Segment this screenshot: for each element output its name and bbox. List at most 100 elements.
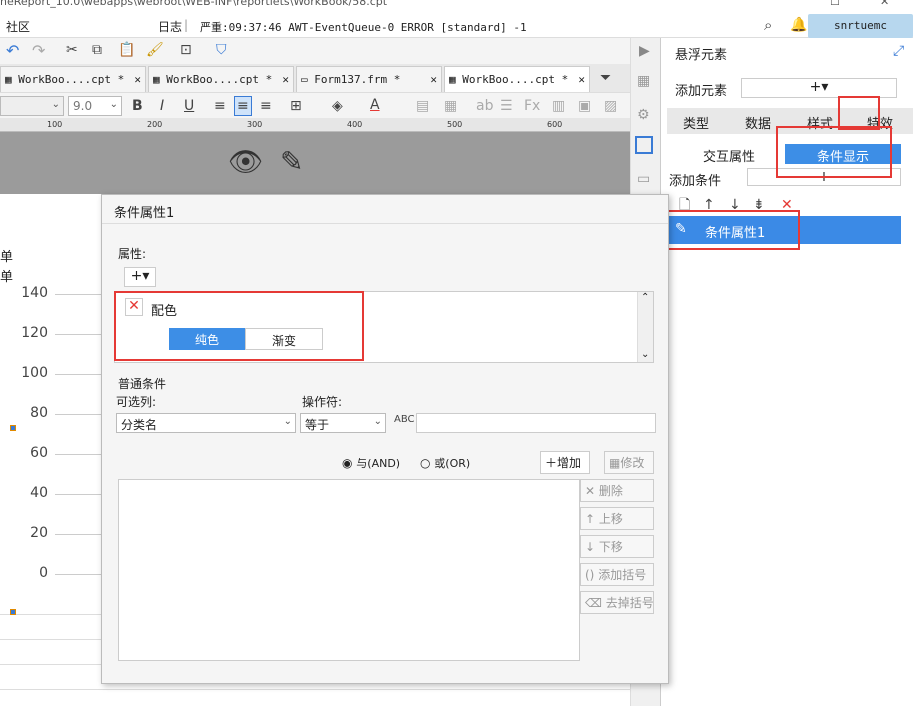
align-center-icon[interactable]: ≡ <box>234 96 252 116</box>
main-toolbar: ↶ ↷ ✂ ⧉ 📋 🖌 ⊡ ⛉ <box>0 38 630 64</box>
chart-icon[interactable]: ▥ <box>552 99 565 113</box>
font-color-icon[interactable]: A <box>370 98 380 112</box>
search-icon[interactable]: ⌕ <box>764 18 772 33</box>
tab-workbook-2[interactable]: ▦ WorkBoo....cpt * ✕ <box>148 66 294 92</box>
font-family-select[interactable]: ⌄ <box>0 96 64 116</box>
condition-value-input[interactable] <box>416 413 656 433</box>
plugin-icon[interactable]: ⛉ <box>216 43 227 57</box>
expand-icon[interactable]: ⤢ <box>893 44 904 58</box>
up-button[interactable]: ↑ 上移 <box>580 507 654 530</box>
axis-tick-label: 60 <box>30 445 48 461</box>
gridline <box>55 334 101 335</box>
sheet-cell: 单 <box>0 270 14 285</box>
add-element-button[interactable]: +▾ <box>741 78 897 98</box>
user-account-button[interactable]: snrtuemc <box>808 14 913 38</box>
widget-settings-icon[interactable]: ⚙ <box>637 108 650 122</box>
preview-icon[interactable]: ⊡ <box>180 43 192 57</box>
tab-form137[interactable]: ▭ Form137.frm * ✕ <box>296 66 442 92</box>
column-select[interactable]: 分类名 ⌄ <box>116 413 296 433</box>
bell-icon[interactable]: 🔔 <box>790 18 807 32</box>
panel-title: 悬浮元素 <box>675 48 728 63</box>
resize-handle[interactable] <box>10 609 16 615</box>
border-icon[interactable]: ⊞ <box>290 99 302 113</box>
subreport-icon[interactable]: ▨ <box>604 99 617 113</box>
cut-icon[interactable]: ✂ <box>66 43 78 57</box>
remove-bracket-button[interactable]: ⌫ 去掉括号 <box>580 591 654 614</box>
undo-icon[interactable]: ↶ <box>6 43 19 59</box>
image-icon[interactable]: ▣ <box>578 99 591 113</box>
copy-icon[interactable]: ⧉ <box>92 43 102 57</box>
tab-workbook-1[interactable]: ▦ WorkBoo....cpt * ✕ <box>0 66 146 92</box>
ruler-tick: 100 <box>47 120 63 129</box>
log-message: 严重:09:37:46 AWT-EventQueue-0 ERROR [stan… <box>200 21 527 34</box>
axis-tick-label: 140 <box>21 285 48 301</box>
window-title: neReport_10.0\webapps\webroot\WEB-INF\re… <box>0 0 388 8</box>
float-element-icon[interactable] <box>635 136 653 154</box>
or-radio[interactable]: ○ 或(OR) <box>420 455 470 471</box>
log-label[interactable]: 日志 <box>158 18 182 35</box>
tab-type[interactable]: 类型 <box>683 113 709 132</box>
tab-workbook-active[interactable]: ▦ WorkBoo....cpt * ✕ <box>444 66 590 92</box>
add-attribute-button[interactable]: +▾ <box>124 267 156 287</box>
gridline <box>55 294 101 295</box>
grid-icon: ▦ <box>449 73 456 86</box>
normal-condition-label: 普通条件 <box>118 377 167 391</box>
ruler-tick: 600 <box>547 120 563 129</box>
highlight-box-color <box>114 291 364 361</box>
tab-data[interactable]: 数据 <box>745 113 771 132</box>
formula-icon[interactable]: Fx <box>524 99 540 113</box>
list-icon[interactable]: ☰ <box>500 99 513 113</box>
ruler-tick: 200 <box>147 120 163 129</box>
tab-menu-icon[interactable]: ⏷ <box>600 71 611 85</box>
and-radio[interactable]: ◉ 与(AND) <box>342 455 400 471</box>
merge-icon[interactable]: ▦ <box>444 99 457 113</box>
grid-icon: ▦ <box>5 73 12 86</box>
close-icon[interactable]: ✕ <box>134 73 141 86</box>
ruler: 100 200 300 400 500 600 <box>0 118 630 132</box>
condition-icon[interactable]: ▭ <box>637 172 650 186</box>
resize-handle[interactable] <box>10 425 16 431</box>
scroll-up-icon[interactable]: ⌃ <box>641 292 649 303</box>
add-condition-btn[interactable]: ＋增加 <box>540 451 590 474</box>
format-painter-icon[interactable]: 🖌 <box>146 43 164 57</box>
maximize-icon[interactable]: ☐ <box>830 0 840 8</box>
add-bracket-button[interactable]: () 添加括号 <box>580 563 654 586</box>
text-icon[interactable]: ab <box>476 99 493 113</box>
delete-button[interactable]: ✕ 删除 <box>580 479 654 502</box>
hide-eye-icon[interactable]: 👁 <box>228 148 264 176</box>
value-type-icon[interactable]: ABC <box>394 415 415 425</box>
vertical-scrollbar[interactable]: ⌃ ⌄ <box>637 292 653 362</box>
redo-icon[interactable]: ↷ <box>32 43 45 59</box>
collapse-arrow-icon[interactable]: ▶ <box>639 44 650 58</box>
paste-icon[interactable]: 📋 <box>118 43 135 57</box>
operator-select[interactable]: 等于 ⌄ <box>300 413 386 433</box>
axis-tick-label: 0 <box>39 565 48 581</box>
bold-icon[interactable]: B <box>132 99 143 113</box>
close-window-icon[interactable]: ✕ <box>880 0 889 8</box>
axis-tick-label: 40 <box>30 485 48 501</box>
modify-button[interactable]: ▦修改 <box>604 451 654 474</box>
cell-attr-icon[interactable]: ▦ <box>637 74 650 88</box>
insert-cell-icon[interactable]: ▤ <box>416 99 429 113</box>
format-toolbar: ⌄ 9.0 ⌄ B I U ≡ ≡ ≡ ⊞ ◈ A ▤ ▦ ab ☰ Fx ▥ ▣… <box>0 92 630 118</box>
italic-icon[interactable]: I <box>160 99 164 113</box>
window-title-bar: neReport_10.0\webapps\webroot\WEB-INF\re… <box>0 0 913 8</box>
condition-list-area[interactable] <box>118 479 580 661</box>
down-button[interactable]: ↓ 下移 <box>580 535 654 558</box>
underline-icon[interactable]: U <box>184 99 194 113</box>
font-size-select[interactable]: 9.0 ⌄ <box>68 96 122 116</box>
gridline <box>55 494 101 495</box>
float-element-toolbar-area: 👁 ✎ <box>0 132 630 194</box>
community-menu[interactable]: 社区 <box>6 18 30 35</box>
close-icon[interactable]: ✕ <box>282 73 289 86</box>
close-icon[interactable]: ✕ <box>578 73 585 86</box>
align-left-icon[interactable]: ≡ <box>214 99 226 113</box>
subtab-interaction[interactable]: 交互属性 <box>703 146 755 165</box>
align-right-icon[interactable]: ≡ <box>260 99 272 113</box>
close-icon[interactable]: ✕ <box>430 73 437 86</box>
fill-color-icon[interactable]: ◈ <box>332 99 343 113</box>
edit-pencil-icon[interactable]: ✎ <box>280 148 303 176</box>
operator-label: 操作符: <box>302 395 343 409</box>
scroll-down-icon[interactable]: ⌄ <box>641 349 649 360</box>
ruler-tick: 400 <box>347 120 363 129</box>
